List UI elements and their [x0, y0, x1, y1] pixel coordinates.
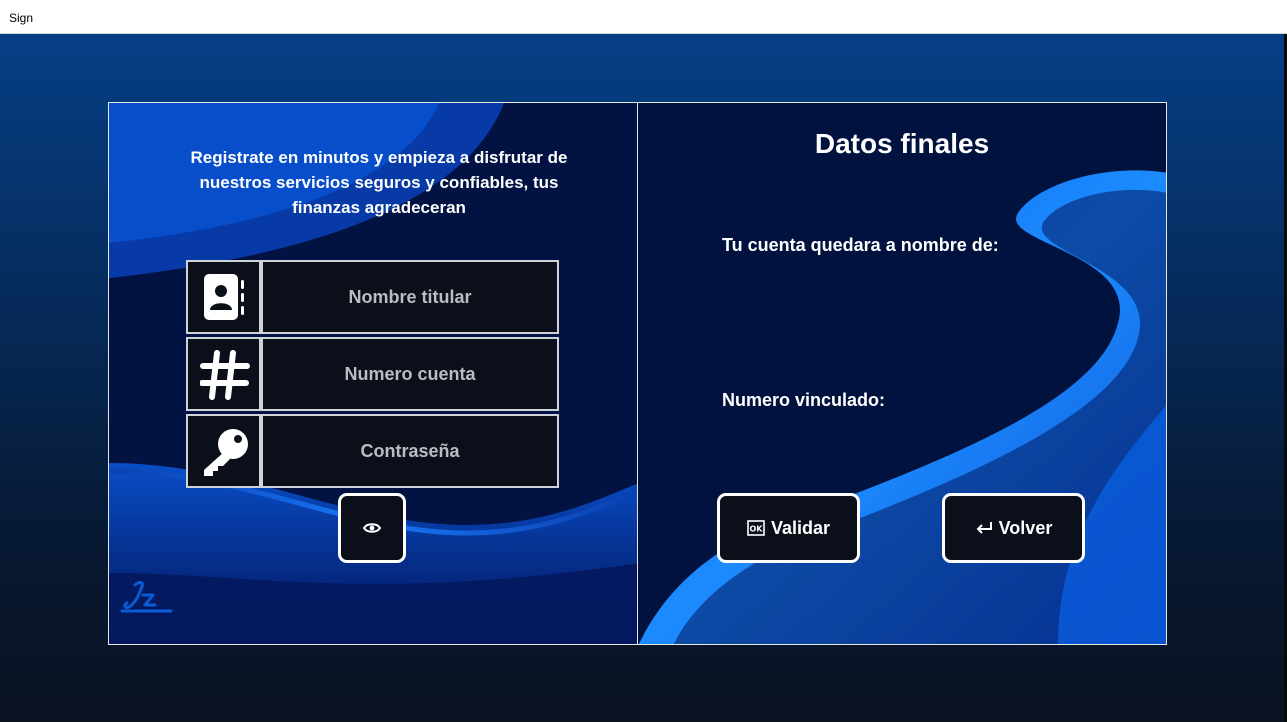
window-title: Sign — [9, 11, 34, 25]
page-title: Datos finales — [814, 128, 990, 159]
validate-button[interactable]: OK Validar — [717, 493, 860, 563]
linked-number-label: Numero vinculado: — [722, 390, 886, 410]
contact-book-icon — [186, 260, 261, 334]
app-window: Sign Registrate en minutos y empieza a d… — [0, 0, 1287, 722]
back-button[interactable]: Volver — [942, 493, 1085, 563]
return-arrow-icon — [976, 522, 992, 534]
summary-panel: Datos finales Tu cuenta quedara a nombre… — [637, 102, 1167, 645]
account-holder-label: Tu cuenta quedara a nombre de: — [722, 235, 999, 255]
ok-icon: OK — [747, 520, 765, 536]
wave-background — [638, 103, 1166, 644]
account-number-row — [186, 337, 559, 411]
password-input[interactable] — [261, 414, 559, 488]
signature-logo — [119, 577, 175, 624]
password-row — [186, 414, 559, 488]
intro-text: Registrate en minutos y empieza a disfru… — [190, 148, 568, 217]
account-number-input[interactable] — [261, 337, 559, 411]
show-password-button[interactable] — [338, 493, 406, 563]
validate-button-label: Validar — [770, 517, 831, 538]
hash-icon — [186, 337, 261, 411]
holder-name-row — [186, 260, 559, 334]
title-bar: Sign — [0, 0, 1287, 34]
holder-name-input[interactable] — [261, 260, 559, 334]
key-icon — [186, 414, 261, 488]
registration-panel: Registrate en minutos y empieza a disfru… — [108, 102, 638, 645]
back-button-label: Volver — [998, 517, 1053, 538]
eye-icon — [363, 523, 381, 533]
svg-text:OK: OK — [749, 525, 763, 534]
